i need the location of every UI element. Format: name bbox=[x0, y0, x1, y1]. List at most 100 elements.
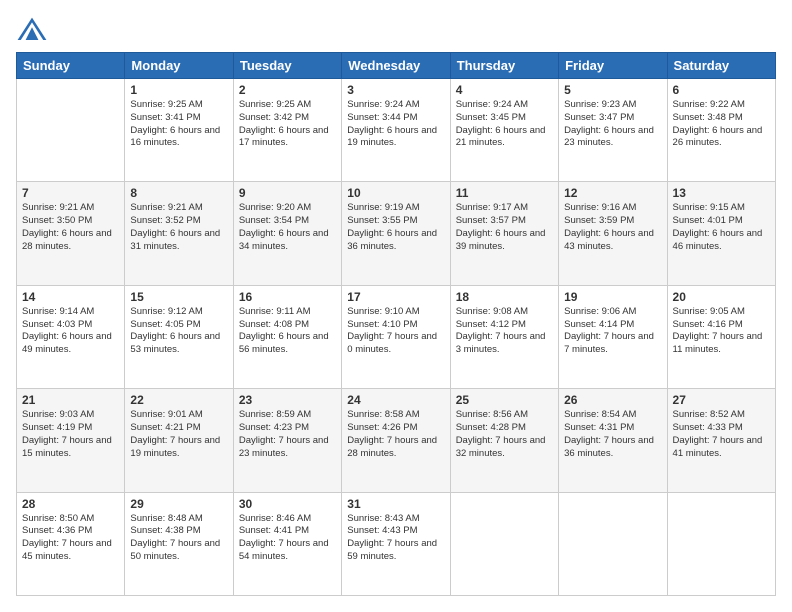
day-number: 20 bbox=[673, 290, 770, 304]
calendar-cell: 14 Sunrise: 9:14 AMSunset: 4:03 PMDayligh… bbox=[17, 285, 125, 388]
day-number: 9 bbox=[239, 186, 336, 200]
day-info: Sunrise: 9:12 AMSunset: 4:05 PMDaylight:… bbox=[130, 306, 227, 357]
day-number: 23 bbox=[239, 393, 336, 407]
day-info: Sunrise: 9:21 AMSunset: 3:50 PMDaylight:… bbox=[22, 202, 119, 253]
day-info: Sunrise: 9:17 AMSunset: 3:57 PMDaylight:… bbox=[456, 202, 553, 253]
day-number: 1 bbox=[130, 83, 227, 97]
day-number: 6 bbox=[673, 83, 770, 97]
day-info: Sunrise: 9:20 AMSunset: 3:54 PMDaylight:… bbox=[239, 202, 336, 253]
calendar-cell: 25 Sunrise: 8:56 AMSunset: 4:28 PMDayligh… bbox=[450, 389, 558, 492]
weekday-header-thursday: Thursday bbox=[450, 53, 558, 79]
calendar-cell: 17Sunrise: 9:10 AMSunset: 4:10 PMDayligh… bbox=[342, 285, 450, 388]
week-row-4: 28 Sunrise: 8:50 AMSunset: 4:36 PMDayligh… bbox=[17, 492, 776, 595]
day-info: Sunrise: 9:16 AMSunset: 3:59 PMDaylight:… bbox=[564, 202, 661, 253]
weekday-header-tuesday: Tuesday bbox=[233, 53, 341, 79]
day-number: 28 bbox=[22, 497, 119, 511]
day-number: 2 bbox=[239, 83, 336, 97]
calendar-cell: 4 Sunrise: 9:24 AMSunset: 3:45 PMDaylight… bbox=[450, 79, 558, 182]
day-info: Sunrise: 9:03 AMSunset: 4:19 PMDaylight:… bbox=[22, 409, 119, 460]
calendar-cell: 5 Sunrise: 9:23 AMSunset: 3:47 PMDaylight… bbox=[559, 79, 667, 182]
day-number: 26 bbox=[564, 393, 661, 407]
day-info: Sunrise: 8:48 AMSunset: 4:38 PMDaylight:… bbox=[130, 513, 227, 564]
logo-icon bbox=[16, 16, 48, 44]
day-number: 10 bbox=[347, 186, 444, 200]
day-info: Sunrise: 9:24 AMSunset: 3:44 PMDaylight:… bbox=[347, 99, 444, 150]
day-number: 22 bbox=[130, 393, 227, 407]
day-info: Sunrise: 9:15 AMSunset: 4:01 PMDaylight:… bbox=[673, 202, 770, 253]
calendar-page: SundayMondayTuesdayWednesdayThursdayFrid… bbox=[0, 0, 792, 612]
day-number: 14 bbox=[22, 290, 119, 304]
week-row-3: 21 Sunrise: 9:03 AMSunset: 4:19 PMDayligh… bbox=[17, 389, 776, 492]
day-info: Sunrise: 9:08 AMSunset: 4:12 PMDaylight:… bbox=[456, 306, 553, 357]
day-info: Sunrise: 8:52 AMSunset: 4:33 PMDaylight:… bbox=[673, 409, 770, 460]
calendar-cell: 7 Sunrise: 9:21 AMSunset: 3:50 PMDaylight… bbox=[17, 182, 125, 285]
day-number: 13 bbox=[673, 186, 770, 200]
day-info: Sunrise: 8:43 AMSunset: 4:43 PMDaylight:… bbox=[347, 513, 444, 564]
day-info: Sunrise: 8:50 AMSunset: 4:36 PMDaylight:… bbox=[22, 513, 119, 564]
day-number: 29 bbox=[130, 497, 227, 511]
calendar-cell: 6 Sunrise: 9:22 AMSunset: 3:48 PMDaylight… bbox=[667, 79, 775, 182]
calendar-cell: 19 Sunrise: 9:06 AMSunset: 4:14 PMDayligh… bbox=[559, 285, 667, 388]
day-info: Sunrise: 8:58 AMSunset: 4:26 PMDaylight:… bbox=[347, 409, 444, 460]
calendar-cell: 16 Sunrise: 9:11 AMSunset: 4:08 PMDayligh… bbox=[233, 285, 341, 388]
calendar-cell: 24 Sunrise: 8:58 AMSunset: 4:26 PMDayligh… bbox=[342, 389, 450, 492]
day-info: Sunrise: 9:22 AMSunset: 3:48 PMDaylight:… bbox=[673, 99, 770, 150]
day-number: 24 bbox=[347, 393, 444, 407]
week-row-0: 1 Sunrise: 9:25 AMSunset: 3:41 PMDaylight… bbox=[17, 79, 776, 182]
calendar-cell bbox=[667, 492, 775, 595]
calendar-cell: 11 Sunrise: 9:17 AMSunset: 3:57 PMDayligh… bbox=[450, 182, 558, 285]
calendar-cell: 27 Sunrise: 8:52 AMSunset: 4:33 PMDayligh… bbox=[667, 389, 775, 492]
calendar-cell: 1 Sunrise: 9:25 AMSunset: 3:41 PMDaylight… bbox=[125, 79, 233, 182]
calendar-cell: 8 Sunrise: 9:21 AMSunset: 3:52 PMDaylight… bbox=[125, 182, 233, 285]
calendar-cell bbox=[450, 492, 558, 595]
day-info: Sunrise: 9:19 AMSunset: 3:55 PMDaylight:… bbox=[347, 202, 444, 253]
day-info: Sunrise: 9:24 AMSunset: 3:45 PMDaylight:… bbox=[456, 99, 553, 150]
day-info: Sunrise: 8:56 AMSunset: 4:28 PMDaylight:… bbox=[456, 409, 553, 460]
calendar-cell: 13 Sunrise: 9:15 AMSunset: 4:01 PMDayligh… bbox=[667, 182, 775, 285]
day-info: Sunrise: 9:10 AMSunset: 4:10 PMDaylight:… bbox=[347, 306, 444, 357]
calendar-cell: 3 Sunrise: 9:24 AMSunset: 3:44 PMDaylight… bbox=[342, 79, 450, 182]
day-info: Sunrise: 9:14 AMSunset: 4:03 PMDaylight:… bbox=[22, 306, 119, 357]
day-number: 25 bbox=[456, 393, 553, 407]
calendar-cell: 18 Sunrise: 9:08 AMSunset: 4:12 PMDayligh… bbox=[450, 285, 558, 388]
day-number: 16 bbox=[239, 290, 336, 304]
calendar-cell: 22Sunrise: 9:01 AMSunset: 4:21 PMDayligh… bbox=[125, 389, 233, 492]
calendar-cell bbox=[559, 492, 667, 595]
day-number: 19 bbox=[564, 290, 661, 304]
day-number: 21 bbox=[22, 393, 119, 407]
day-info: Sunrise: 9:25 AMSunset: 3:41 PMDaylight:… bbox=[130, 99, 227, 150]
weekday-header-sunday: Sunday bbox=[17, 53, 125, 79]
calendar-cell bbox=[17, 79, 125, 182]
calendar-cell: 12Sunrise: 9:16 AMSunset: 3:59 PMDayligh… bbox=[559, 182, 667, 285]
calendar-body: 1 Sunrise: 9:25 AMSunset: 3:41 PMDaylight… bbox=[17, 79, 776, 596]
day-info: Sunrise: 9:11 AMSunset: 4:08 PMDaylight:… bbox=[239, 306, 336, 357]
calendar-cell: 26 Sunrise: 8:54 AMSunset: 4:31 PMDayligh… bbox=[559, 389, 667, 492]
calendar-cell: 9 Sunrise: 9:20 AMSunset: 3:54 PMDaylight… bbox=[233, 182, 341, 285]
day-number: 27 bbox=[673, 393, 770, 407]
day-info: Sunrise: 9:06 AMSunset: 4:14 PMDaylight:… bbox=[564, 306, 661, 357]
calendar-cell: 28 Sunrise: 8:50 AMSunset: 4:36 PMDayligh… bbox=[17, 492, 125, 595]
weekday-header-saturday: Saturday bbox=[667, 53, 775, 79]
day-info: Sunrise: 8:46 AMSunset: 4:41 PMDaylight:… bbox=[239, 513, 336, 564]
day-info: Sunrise: 8:54 AMSunset: 4:31 PMDaylight:… bbox=[564, 409, 661, 460]
day-number: 18 bbox=[456, 290, 553, 304]
day-number: 15 bbox=[130, 290, 227, 304]
day-info: Sunrise: 9:05 AMSunset: 4:16 PMDaylight:… bbox=[673, 306, 770, 357]
day-number: 8 bbox=[130, 186, 227, 200]
calendar-cell: 30Sunrise: 8:46 AMSunset: 4:41 PMDayligh… bbox=[233, 492, 341, 595]
calendar-cell: 21 Sunrise: 9:03 AMSunset: 4:19 PMDayligh… bbox=[17, 389, 125, 492]
weekday-header-monday: Monday bbox=[125, 53, 233, 79]
weekday-header-friday: Friday bbox=[559, 53, 667, 79]
day-number: 5 bbox=[564, 83, 661, 97]
day-number: 7 bbox=[22, 186, 119, 200]
day-info: Sunrise: 8:59 AMSunset: 4:23 PMDaylight:… bbox=[239, 409, 336, 460]
calendar-cell: 20 Sunrise: 9:05 AMSunset: 4:16 PMDayligh… bbox=[667, 285, 775, 388]
day-number: 4 bbox=[456, 83, 553, 97]
day-number: 11 bbox=[456, 186, 553, 200]
day-info: Sunrise: 9:23 AMSunset: 3:47 PMDaylight:… bbox=[564, 99, 661, 150]
week-row-1: 7 Sunrise: 9:21 AMSunset: 3:50 PMDaylight… bbox=[17, 182, 776, 285]
calendar-cell: 15 Sunrise: 9:12 AMSunset: 4:05 PMDayligh… bbox=[125, 285, 233, 388]
day-info: Sunrise: 9:21 AMSunset: 3:52 PMDaylight:… bbox=[130, 202, 227, 253]
header bbox=[16, 16, 776, 44]
day-number: 3 bbox=[347, 83, 444, 97]
